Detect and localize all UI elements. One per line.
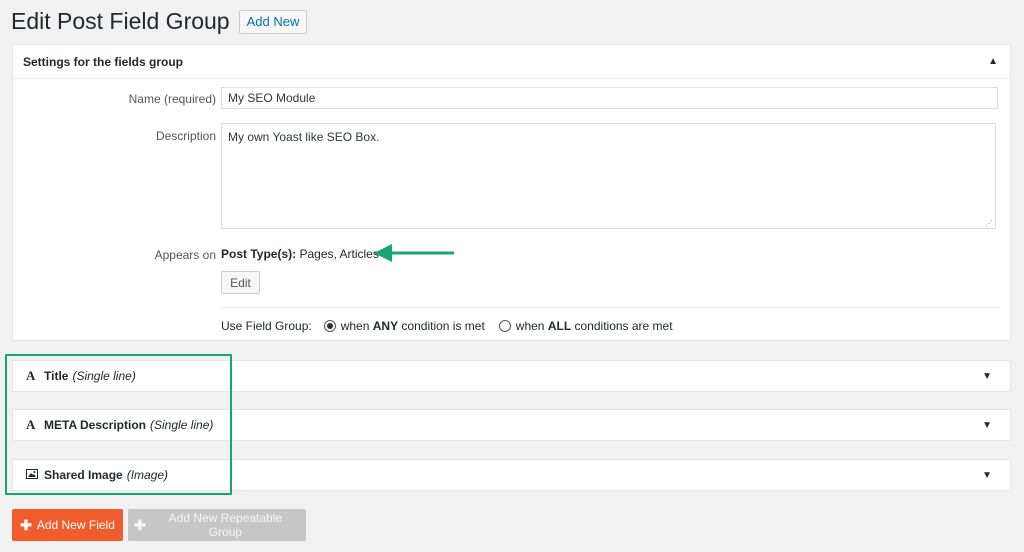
settings-panel-title: Settings for the fields group	[23, 54, 184, 69]
use-field-group-row: Use Field Group: when ANY condition is m…	[221, 319, 687, 333]
expand-triangle-icon[interactable]: ▼	[982, 420, 992, 431]
page-title: Edit Post Field Group	[11, 8, 230, 34]
add-new-field-label: Add New Field	[36, 518, 115, 532]
option-any-post: condition is met	[401, 319, 485, 333]
name-label: Name (required)	[128, 92, 216, 106]
appears-on-value: Post Type(s): Pages, Articles	[221, 247, 379, 261]
appears-on-label: Appears on	[154, 248, 216, 262]
post-types-key: Post Type(s):	[221, 247, 297, 261]
divider	[221, 307, 1000, 308]
option-any-pre: when	[340, 319, 370, 333]
radio-any[interactable]	[323, 320, 336, 332]
add-new-button[interactable]: Add New	[238, 9, 308, 34]
fields-highlight-box	[5, 354, 232, 495]
plus-icon: ✚	[20, 516, 32, 533]
description-label: Description	[155, 129, 216, 143]
edit-appears-button[interactable]: Edit	[221, 271, 260, 294]
option-any[interactable]: when ANY condition is met	[323, 319, 485, 333]
add-repeatable-group-label: Add New Repeatable Group	[168, 511, 283, 539]
page-header: Edit Post Field Group Add New	[11, 8, 308, 35]
settings-panel: Settings for the fields group ▲ Name (re…	[12, 44, 1011, 341]
resize-grip-icon[interactable]: ⋰	[985, 219, 993, 228]
name-field[interactable]	[221, 87, 998, 109]
option-all-bold: ALL	[547, 319, 572, 333]
post-types-value: Pages, Articles	[299, 247, 379, 261]
option-all[interactable]: when ALL conditions are met	[498, 319, 673, 333]
expand-triangle-icon[interactable]: ▼	[982, 470, 992, 481]
radio-all[interactable]	[498, 320, 511, 332]
green-arrow-annotation	[374, 244, 454, 262]
use-field-group-label: Use Field Group:	[221, 319, 312, 333]
description-field[interactable]: My own Yoast like SEO Box.	[221, 123, 996, 229]
add-repeatable-group-button[interactable]: ✚ Add New Repeatable Group	[128, 509, 306, 541]
plus-icon: ✚	[134, 516, 146, 533]
option-any-bold: ANY	[372, 319, 399, 333]
expand-triangle-icon[interactable]: ▼	[982, 371, 992, 382]
option-all-post: conditions are met	[574, 319, 673, 333]
add-new-field-button[interactable]: ✚ Add New Field	[12, 509, 123, 541]
collapse-triangle-icon[interactable]: ▲	[988, 56, 998, 67]
settings-panel-header[interactable]: Settings for the fields group ▲	[13, 45, 1010, 79]
option-all-pre: when	[515, 319, 545, 333]
